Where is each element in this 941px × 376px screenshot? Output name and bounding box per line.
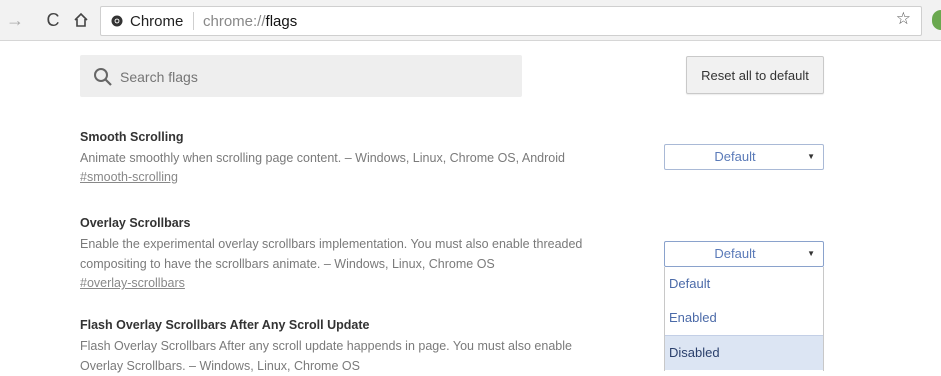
- chevron-down-icon: ▼: [807, 249, 815, 258]
- url-path: flags: [265, 12, 298, 30]
- flag-description-line: Flash Overlay Scrollbars After any scrol…: [80, 339, 572, 353]
- dropdown-option-enabled[interactable]: Enabled: [665, 301, 823, 335]
- home-icon[interactable]: [70, 9, 92, 31]
- dropdown-option-disabled[interactable]: Disabled: [665, 335, 823, 370]
- address-bar[interactable]: Chrome chrome://flags: [100, 6, 922, 36]
- back-arrow-icon[interactable]: →: [4, 9, 26, 31]
- dropdown-option-default[interactable]: Default: [665, 267, 823, 301]
- browser-toolbar: → C Chrome chrome://flags ☆: [0, 0, 941, 41]
- flag-overlay-scrollbars: Overlay Scrollbars Enable the experiment…: [80, 216, 640, 292]
- select-value: Default: [714, 246, 756, 261]
- flag-title: Smooth Scrolling: [80, 130, 184, 144]
- overlay-scrollbars-dropdown: Default Enabled Disabled: [664, 267, 824, 371]
- flag-description: Flash Overlay Scrollbars After any scrol…: [80, 336, 640, 376]
- reload-icon[interactable]: C: [42, 9, 64, 31]
- chip-label: Chrome: [130, 12, 184, 30]
- flag-smooth-scrolling: Smooth Scrolling Animate smoothly when s…: [80, 130, 640, 186]
- url-text[interactable]: chrome://flags: [203, 7, 297, 35]
- chevron-down-icon: ▼: [807, 152, 815, 161]
- flag-title: Overlay Scrollbars: [80, 216, 191, 230]
- reset-all-button[interactable]: Reset all to default: [686, 56, 824, 94]
- search-icon: [94, 68, 112, 86]
- flag-description-line: Enable the experimental overlay scrollba…: [80, 237, 583, 251]
- select-value: Default: [714, 149, 756, 164]
- search-input[interactable]: [118, 55, 512, 99]
- site-info-chip[interactable]: Chrome: [111, 7, 183, 35]
- star-icon[interactable]: ☆: [896, 9, 911, 29]
- flag-description: Animate smoothly when scrolling page con…: [80, 151, 565, 165]
- chrome-logo-icon: [111, 15, 123, 27]
- search-box[interactable]: [80, 55, 522, 99]
- flag-description: Enable the experimental overlay scrollba…: [80, 234, 640, 274]
- url-scheme: chrome://: [203, 12, 266, 30]
- flag-description-line: compositing to have the scrollbars anima…: [80, 257, 495, 271]
- extension-icon[interactable]: [932, 10, 941, 30]
- flag-link[interactable]: #overlay-scrollbars: [80, 276, 185, 290]
- overlay-scrollbars-select[interactable]: Default ▼: [664, 241, 824, 267]
- flag-link[interactable]: #smooth-scrolling: [80, 170, 178, 184]
- flag-title: Flash Overlay Scrollbars After Any Scrol…: [80, 318, 370, 332]
- smooth-scrolling-select[interactable]: Default ▼: [664, 144, 824, 170]
- flag-flash-overlay-scrollbars: Flash Overlay Scrollbars After Any Scrol…: [80, 318, 640, 376]
- address-divider: [193, 12, 194, 30]
